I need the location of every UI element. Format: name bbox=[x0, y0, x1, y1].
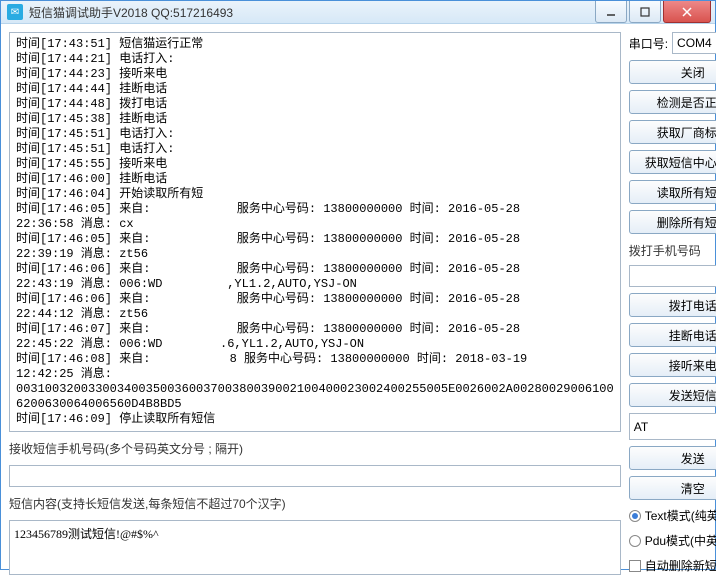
radio-icon bbox=[629, 510, 641, 522]
recv-numbers-input[interactable] bbox=[9, 465, 621, 487]
log-output[interactable]: 时间[17:43:51] 短信猫运行正常 时间[17:44:21] 电话打入: … bbox=[9, 32, 621, 432]
cmd-combo[interactable]: AT bbox=[629, 413, 716, 440]
dial-number-input[interactable] bbox=[629, 265, 716, 287]
check-button[interactable]: 检测是否正常 bbox=[629, 90, 716, 114]
app-window: ✉ 短信猫调试助手V2018 QQ:517216493 时间[17:43:51]… bbox=[0, 0, 716, 570]
minimize-button[interactable] bbox=[595, 1, 627, 23]
port-value: COM4 bbox=[677, 36, 712, 50]
autodel-label: 自动删除新短信 bbox=[645, 557, 716, 574]
clear-button[interactable]: 清空 bbox=[629, 476, 716, 500]
send-button[interactable]: 发送 bbox=[629, 446, 716, 470]
smsc-button[interactable]: 获取短信中心号码 bbox=[629, 150, 716, 174]
text-mode-label: Text模式(纯英文) bbox=[645, 507, 716, 524]
text-mode-radio-row[interactable]: Text模式(纯英文) bbox=[629, 506, 716, 525]
left-panel: 时间[17:43:51] 短信猫运行正常 时间[17:44:21] 电话打入: … bbox=[9, 32, 621, 575]
window-controls bbox=[593, 1, 715, 23]
content-label: 短信内容(支持长短信发送,每条短信不超过70个汉字) bbox=[9, 493, 621, 514]
client-area: 时间[17:43:51] 短信猫运行正常 时间[17:44:21] 电话打入: … bbox=[1, 24, 715, 583]
app-icon: ✉ bbox=[7, 4, 23, 20]
sms-content-input[interactable] bbox=[9, 520, 621, 575]
maximize-button[interactable] bbox=[629, 1, 661, 23]
dial-button[interactable]: 拨打电话 bbox=[629, 293, 716, 317]
port-row: 串口号: COM4 bbox=[629, 32, 716, 54]
port-combo[interactable]: COM4 bbox=[672, 32, 716, 54]
send-sms-button[interactable]: 发送短信 bbox=[629, 383, 716, 407]
close-port-button[interactable]: 关闭 bbox=[629, 60, 716, 84]
titlebar: ✉ 短信猫调试助手V2018 QQ:517216493 bbox=[1, 1, 715, 24]
autodel-check-row[interactable]: 自动删除新短信 bbox=[629, 556, 716, 575]
dial-label: 拨打手机号码 bbox=[629, 240, 716, 259]
cmd-value: AT bbox=[634, 420, 648, 434]
radio-icon bbox=[629, 535, 641, 547]
right-panel: 串口号: COM4 关闭 检测是否正常 获取厂商标识 获取短信中心号码 读取所有… bbox=[629, 32, 716, 575]
recv-label: 接收短信手机号码(多个号码英文分号 ; 隔开) bbox=[9, 438, 621, 459]
vendor-button[interactable]: 获取厂商标识 bbox=[629, 120, 716, 144]
delete-all-button[interactable]: 删除所有短信 bbox=[629, 210, 716, 234]
port-label: 串口号: bbox=[629, 35, 668, 52]
read-all-button[interactable]: 读取所有短信 bbox=[629, 180, 716, 204]
pdu-mode-label: Pdu模式(中英文) bbox=[645, 532, 716, 549]
hangup-button[interactable]: 挂断电话 bbox=[629, 323, 716, 347]
close-button[interactable] bbox=[663, 1, 711, 23]
window-title: 短信猫调试助手V2018 QQ:517216493 bbox=[29, 4, 593, 21]
answer-button[interactable]: 接听来电 bbox=[629, 353, 716, 377]
pdu-mode-radio-row[interactable]: Pdu模式(中英文) bbox=[629, 531, 716, 550]
